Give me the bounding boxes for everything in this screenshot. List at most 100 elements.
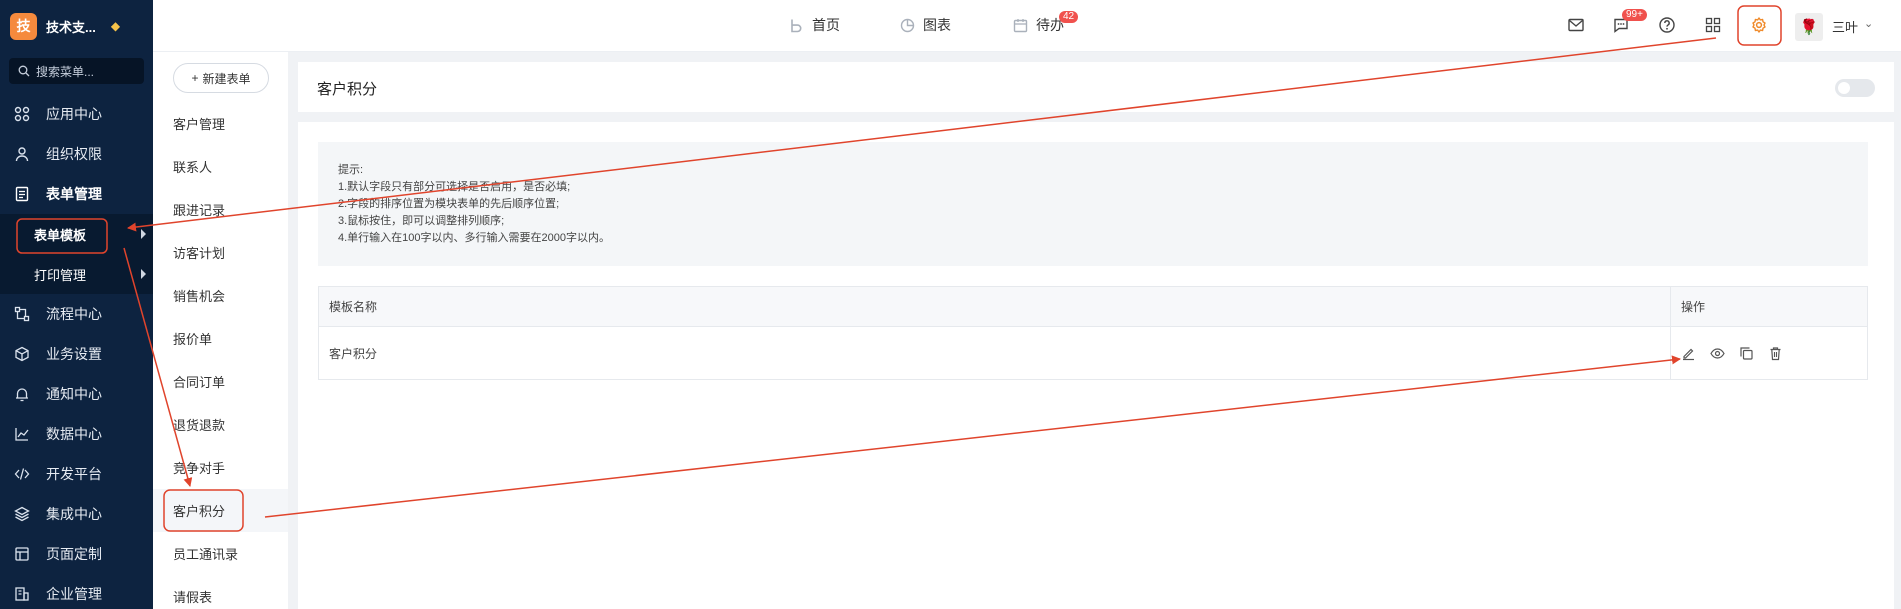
tips-line: 提示: <box>338 164 364 176</box>
username[interactable]: 三叶 <box>1832 17 1858 36</box>
table-header-row: 模板名称 操作 <box>319 287 1867 327</box>
flow-icon <box>14 306 30 322</box>
top-nav-todo[interactable]: 待办 42 <box>1013 11 1079 35</box>
diamond-icon: ◆ <box>110 19 121 33</box>
new-form-label: 新建表单 <box>202 71 251 86</box>
cube-icon <box>15 346 29 362</box>
form-list-item[interactable]: 联系人 <box>153 145 288 188</box>
sidebar-item-label: 通知中心 <box>46 386 102 402</box>
form-list: + 新建表单 客户管理 联系人 跟进记录 访客计划 销售机会 报价单 合同订单 … <box>153 52 288 609</box>
sidebar-item-org-permissions[interactable]: 组织权限 <box>0 134 153 174</box>
gear-icon <box>1752 17 1766 33</box>
edit-icon[interactable] <box>1681 346 1696 361</box>
sidebar-subitem-print-management[interactable]: 打印管理 <box>0 254 153 294</box>
help-button[interactable] <box>1657 15 1677 35</box>
tips-box: 提示: 1.默认字段只有部分可选择是否启用，是否必填; 2.字段的排序位置为模块… <box>318 142 1868 266</box>
sidebar-item-label: 集成中心 <box>46 506 102 522</box>
top-nav-label: 首页 <box>812 17 840 33</box>
table-row: 客户积分 <box>319 327 1867 379</box>
building-icon <box>15 587 29 601</box>
brand-logo: 技 <box>10 12 37 40</box>
panel-body: 提示: 1.默认字段只有部分可选择是否启用，是否必填; 2.字段的排序位置为模块… <box>298 122 1894 609</box>
page-icon <box>15 547 29 561</box>
form-list-item[interactable]: 竞争对手 <box>153 446 288 489</box>
sidebar-item-label: 页面定制 <box>46 546 102 562</box>
calendar-icon <box>1013 18 1028 32</box>
chevron-down-icon[interactable]: ⌄ <box>1864 17 1873 30</box>
apps-button[interactable] <box>1703 15 1723 35</box>
tips-line: 1.默认字段只有部分可选择是否启用，是否必填; <box>338 181 571 193</box>
top-nav-label: 图表 <box>923 17 951 33</box>
avatar[interactable]: 🌹 <box>1795 13 1823 41</box>
form-list-item[interactable]: 跟进记录 <box>153 188 288 231</box>
sidebar-item-label: 流程中心 <box>46 306 102 322</box>
todo-count-badge: 42 <box>1059 11 1079 23</box>
tips-line: 2.字段的排序位置为模块表单的先后顺序位置; <box>338 198 560 210</box>
top-bar: 首页 图表 待办 42 99+ 🌹 三叶 ⌄ <box>153 0 1901 52</box>
menu-search-input[interactable]: 搜索菜单... <box>9 58 144 84</box>
sidebar-item-page-customization[interactable]: 页面定制 <box>0 534 153 574</box>
settings-button[interactable] <box>1749 15 1769 35</box>
form-list-item[interactable]: 访客计划 <box>153 231 288 274</box>
grid-icon <box>1705 17 1721 33</box>
page-title: 客户积分 <box>317 81 378 98</box>
sidebar-item-notification-center[interactable]: 通知中心 <box>0 374 153 414</box>
top-nav-charts[interactable]: 图表 <box>900 15 951 35</box>
form-list-item[interactable]: 请假表 <box>153 575 288 609</box>
sidebar-subitem-form-templates[interactable]: 表单模板 <box>0 214 153 254</box>
form-list-item-selected[interactable]: 客户积分 <box>153 489 288 532</box>
form-list-item[interactable]: 员工通讯录 <box>153 532 288 575</box>
sidebar-item-integration-center[interactable]: 集成中心 <box>0 494 153 534</box>
search-icon <box>18 65 30 77</box>
new-form-button[interactable]: + 新建表单 <box>173 63 269 93</box>
app-grid-icon <box>14 106 30 122</box>
form-list-item[interactable]: 报价单 <box>153 317 288 360</box>
brand-name: 技术支... <box>46 19 96 35</box>
plus-icon: + <box>191 71 199 85</box>
sidebar-item-flow-center[interactable]: 流程中心 <box>0 294 153 334</box>
column-header-actions: 操作 <box>1681 300 1706 314</box>
message-count-badge: 99+ <box>1622 9 1647 21</box>
brand[interactable]: 技 技术支... ◆ <box>0 0 153 52</box>
eye-icon[interactable] <box>1710 346 1725 361</box>
sidebar-item-label: 业务设置 <box>46 346 102 362</box>
mail-button[interactable] <box>1566 15 1586 35</box>
form-list-item[interactable]: 销售机会 <box>153 274 288 317</box>
code-icon <box>14 468 30 480</box>
user-icon <box>15 147 29 162</box>
sidebar-item-enterprise-management[interactable]: 企业管理 <box>0 574 153 609</box>
sidebar-item-label: 数据中心 <box>46 426 102 442</box>
sidebar-item-label: 表单管理 <box>46 186 102 202</box>
copy-icon[interactable] <box>1739 346 1754 361</box>
messages-button[interactable]: 99+ <box>1611 9 1647 35</box>
sidebar-item-dev-platform[interactable]: 开发平台 <box>0 454 153 494</box>
caret-right-icon <box>141 269 146 279</box>
sidebar-item-data-center[interactable]: 数据中心 <box>0 414 153 454</box>
pie-chart-icon <box>900 18 915 32</box>
sidebar-item-app-center[interactable]: 应用中心 <box>0 94 153 134</box>
panel-header: 客户积分 <box>298 62 1894 112</box>
mail-icon <box>1568 18 1584 32</box>
sidebar-subitem-label: 表单模板 <box>34 227 87 243</box>
enable-toggle[interactable] <box>1835 79 1875 97</box>
template-name-cell: 客户积分 <box>319 327 1671 379</box>
trash-icon[interactable] <box>1768 346 1783 361</box>
column-header-template-name: 模板名称 <box>319 287 1671 326</box>
actions-cell <box>1671 327 1867 379</box>
sidebar-item-label: 开发平台 <box>46 466 102 482</box>
help-icon <box>1659 17 1675 33</box>
sidebar: 技 技术支... ◆ 搜索菜单... 应用中心 组织权限 表单管理 表单模板 打… <box>0 0 153 609</box>
form-list-item[interactable]: 客户管理 <box>153 102 288 145</box>
top-nav-home[interactable]: 首页 <box>789 15 840 35</box>
form-list-item[interactable]: 退货退款 <box>153 403 288 446</box>
layers-icon <box>14 506 30 522</box>
template-table: 模板名称 操作 客户积分 <box>318 286 1868 380</box>
tips-line: 3.鼠标按住，即可以调整排列顺序; <box>338 215 505 227</box>
sidebar-item-form-management[interactable]: 表单管理 <box>0 174 153 214</box>
sidebar-item-label: 企业管理 <box>46 586 102 602</box>
sidebar-item-business-settings[interactable]: 业务设置 <box>0 334 153 374</box>
chart-icon <box>15 428 29 441</box>
caret-right-icon <box>141 229 146 239</box>
search-placeholder: 搜索菜单... <box>36 64 95 79</box>
form-list-item[interactable]: 合同订单 <box>153 360 288 403</box>
